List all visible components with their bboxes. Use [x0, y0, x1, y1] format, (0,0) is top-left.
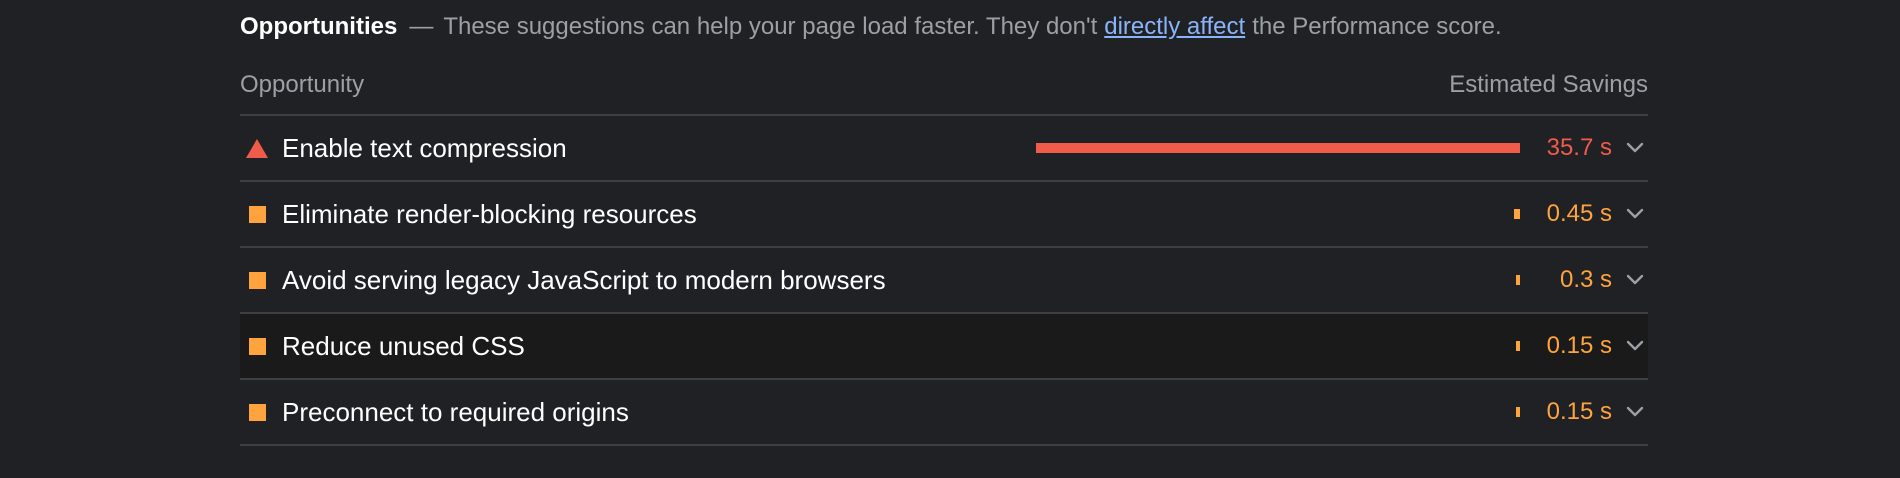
opportunity-label: Eliminate render-blocking resources [282, 198, 697, 229]
opportunity-label: Reduce unused CSS [282, 330, 525, 361]
estimated-savings-value: 0.15 s [1546, 398, 1612, 425]
savings-bar-track [1036, 275, 1520, 285]
description-text-before: These suggestions can help your page loa… [443, 13, 1098, 40]
savings-bar-track [1036, 407, 1520, 417]
section-header: Opportunities — These suggestions can he… [240, 0, 1648, 52]
square-average-icon [244, 205, 270, 223]
square-average-icon [244, 403, 270, 421]
column-header-estimated-savings: Estimated Savings [1449, 71, 1648, 98]
savings-bar-track [1036, 209, 1520, 219]
opportunity-row[interactable]: Avoid serving legacy JavaScript to moder… [240, 248, 1648, 314]
chevron-down-icon[interactable] [1626, 403, 1644, 421]
savings-bar [1516, 341, 1520, 351]
estimated-savings-value: 0.45 s [1546, 200, 1612, 227]
description-text-after: the Performance score. [1252, 13, 1502, 40]
opportunity-list: Enable text compression 35.7 s Eliminate r… [240, 116, 1648, 446]
triangle-warning-icon [244, 138, 270, 158]
opportunity-row[interactable]: Eliminate render-blocking resources 0.45 … [240, 182, 1648, 248]
opportunity-row[interactable]: Preconnect to required origins 0.15 s [240, 380, 1648, 446]
chevron-down-icon[interactable] [1626, 271, 1644, 289]
estimated-savings-value: 0.15 s [1546, 332, 1612, 359]
savings-bar [1516, 275, 1520, 285]
chevron-down-icon[interactable] [1626, 337, 1644, 355]
title-separator: — [409, 13, 434, 40]
opportunity-label: Avoid serving legacy JavaScript to moder… [282, 264, 886, 295]
column-header-opportunity: Opportunity [240, 71, 365, 98]
square-average-icon [244, 271, 270, 289]
directly-affect-link[interactable]: directly affect [1104, 13, 1245, 40]
estimated-savings-value: 0.3 s [1559, 266, 1612, 293]
opportunity-label: Preconnect to required origins [282, 396, 629, 427]
savings-bar-track [1036, 143, 1520, 153]
opportunity-label: Enable text compression [282, 132, 567, 163]
savings-bar-track [1036, 341, 1520, 351]
savings-bar [1036, 143, 1520, 153]
section-description: These suggestions can help your page loa… [443, 13, 1501, 41]
savings-bar [1516, 407, 1520, 417]
opportunities-section: Opportunities — These suggestions can he… [240, 0, 1648, 446]
chevron-down-icon[interactable] [1626, 139, 1644, 157]
savings-bar [1514, 209, 1520, 219]
square-average-icon [244, 337, 270, 355]
chevron-down-icon[interactable] [1626, 205, 1644, 223]
opportunity-row[interactable]: Reduce unused CSS 0.15 s [240, 314, 1648, 380]
section-title: Opportunities [240, 13, 398, 40]
opportunity-row[interactable]: Enable text compression 35.7 s [240, 116, 1648, 182]
estimated-savings-value: 35.7 s [1546, 134, 1612, 161]
column-headers: Opportunity Estimated Savings [240, 52, 1648, 116]
